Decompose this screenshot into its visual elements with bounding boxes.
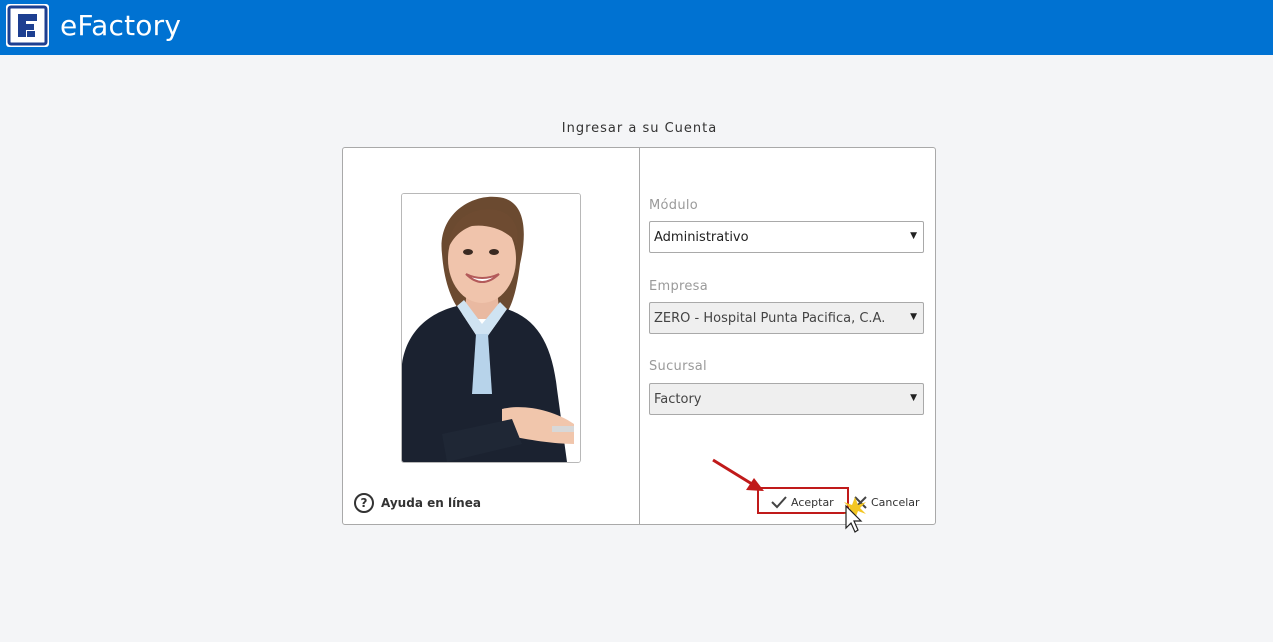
dropdown-arrow-icon: ▼	[910, 312, 917, 322]
top-bar: eFactory	[0, 0, 1273, 55]
right-pane: Módulo Administrativo ▼ Empresa ZERO - H…	[640, 148, 935, 524]
accept-label: Aceptar	[791, 495, 834, 509]
company-select[interactable]: ZERO - Hospital Punta Pacifica, C.A. ▼	[649, 302, 924, 334]
user-photo	[401, 193, 581, 463]
dropdown-arrow-icon: ▼	[910, 231, 917, 241]
question-circle-icon: ?	[354, 493, 374, 513]
module-label: Módulo	[649, 198, 699, 213]
cancel-button[interactable]: Cancelar	[854, 493, 920, 511]
checkmark-icon	[771, 496, 787, 509]
app-title: eFactory	[60, 9, 182, 42]
module-select[interactable]: Administrativo ▼	[649, 221, 924, 253]
left-pane: ? Ayuda en línea	[343, 148, 640, 524]
dropdown-arrow-icon: ▼	[910, 393, 917, 403]
accept-button[interactable]: Aceptar	[771, 493, 834, 511]
branch-select-value: Factory	[654, 391, 702, 407]
close-icon	[854, 495, 867, 509]
login-heading: Ingresar a su Cuenta	[561, 121, 718, 136]
branch-select[interactable]: Factory ▼	[649, 383, 924, 415]
company-label: Empresa	[649, 279, 709, 294]
company-select-value: ZERO - Hospital Punta Pacifica, C.A.	[654, 310, 886, 326]
login-panel: ? Ayuda en línea Módulo Administrativo ▼…	[342, 147, 936, 525]
help-label: Ayuda en línea	[381, 496, 481, 510]
online-help-link[interactable]: ? Ayuda en línea	[354, 493, 481, 513]
cancel-label: Cancelar	[871, 495, 920, 509]
module-select-value: Administrativo	[654, 229, 749, 245]
branch-label: Sucursal	[649, 359, 707, 374]
efactory-logo-icon	[6, 4, 49, 47]
